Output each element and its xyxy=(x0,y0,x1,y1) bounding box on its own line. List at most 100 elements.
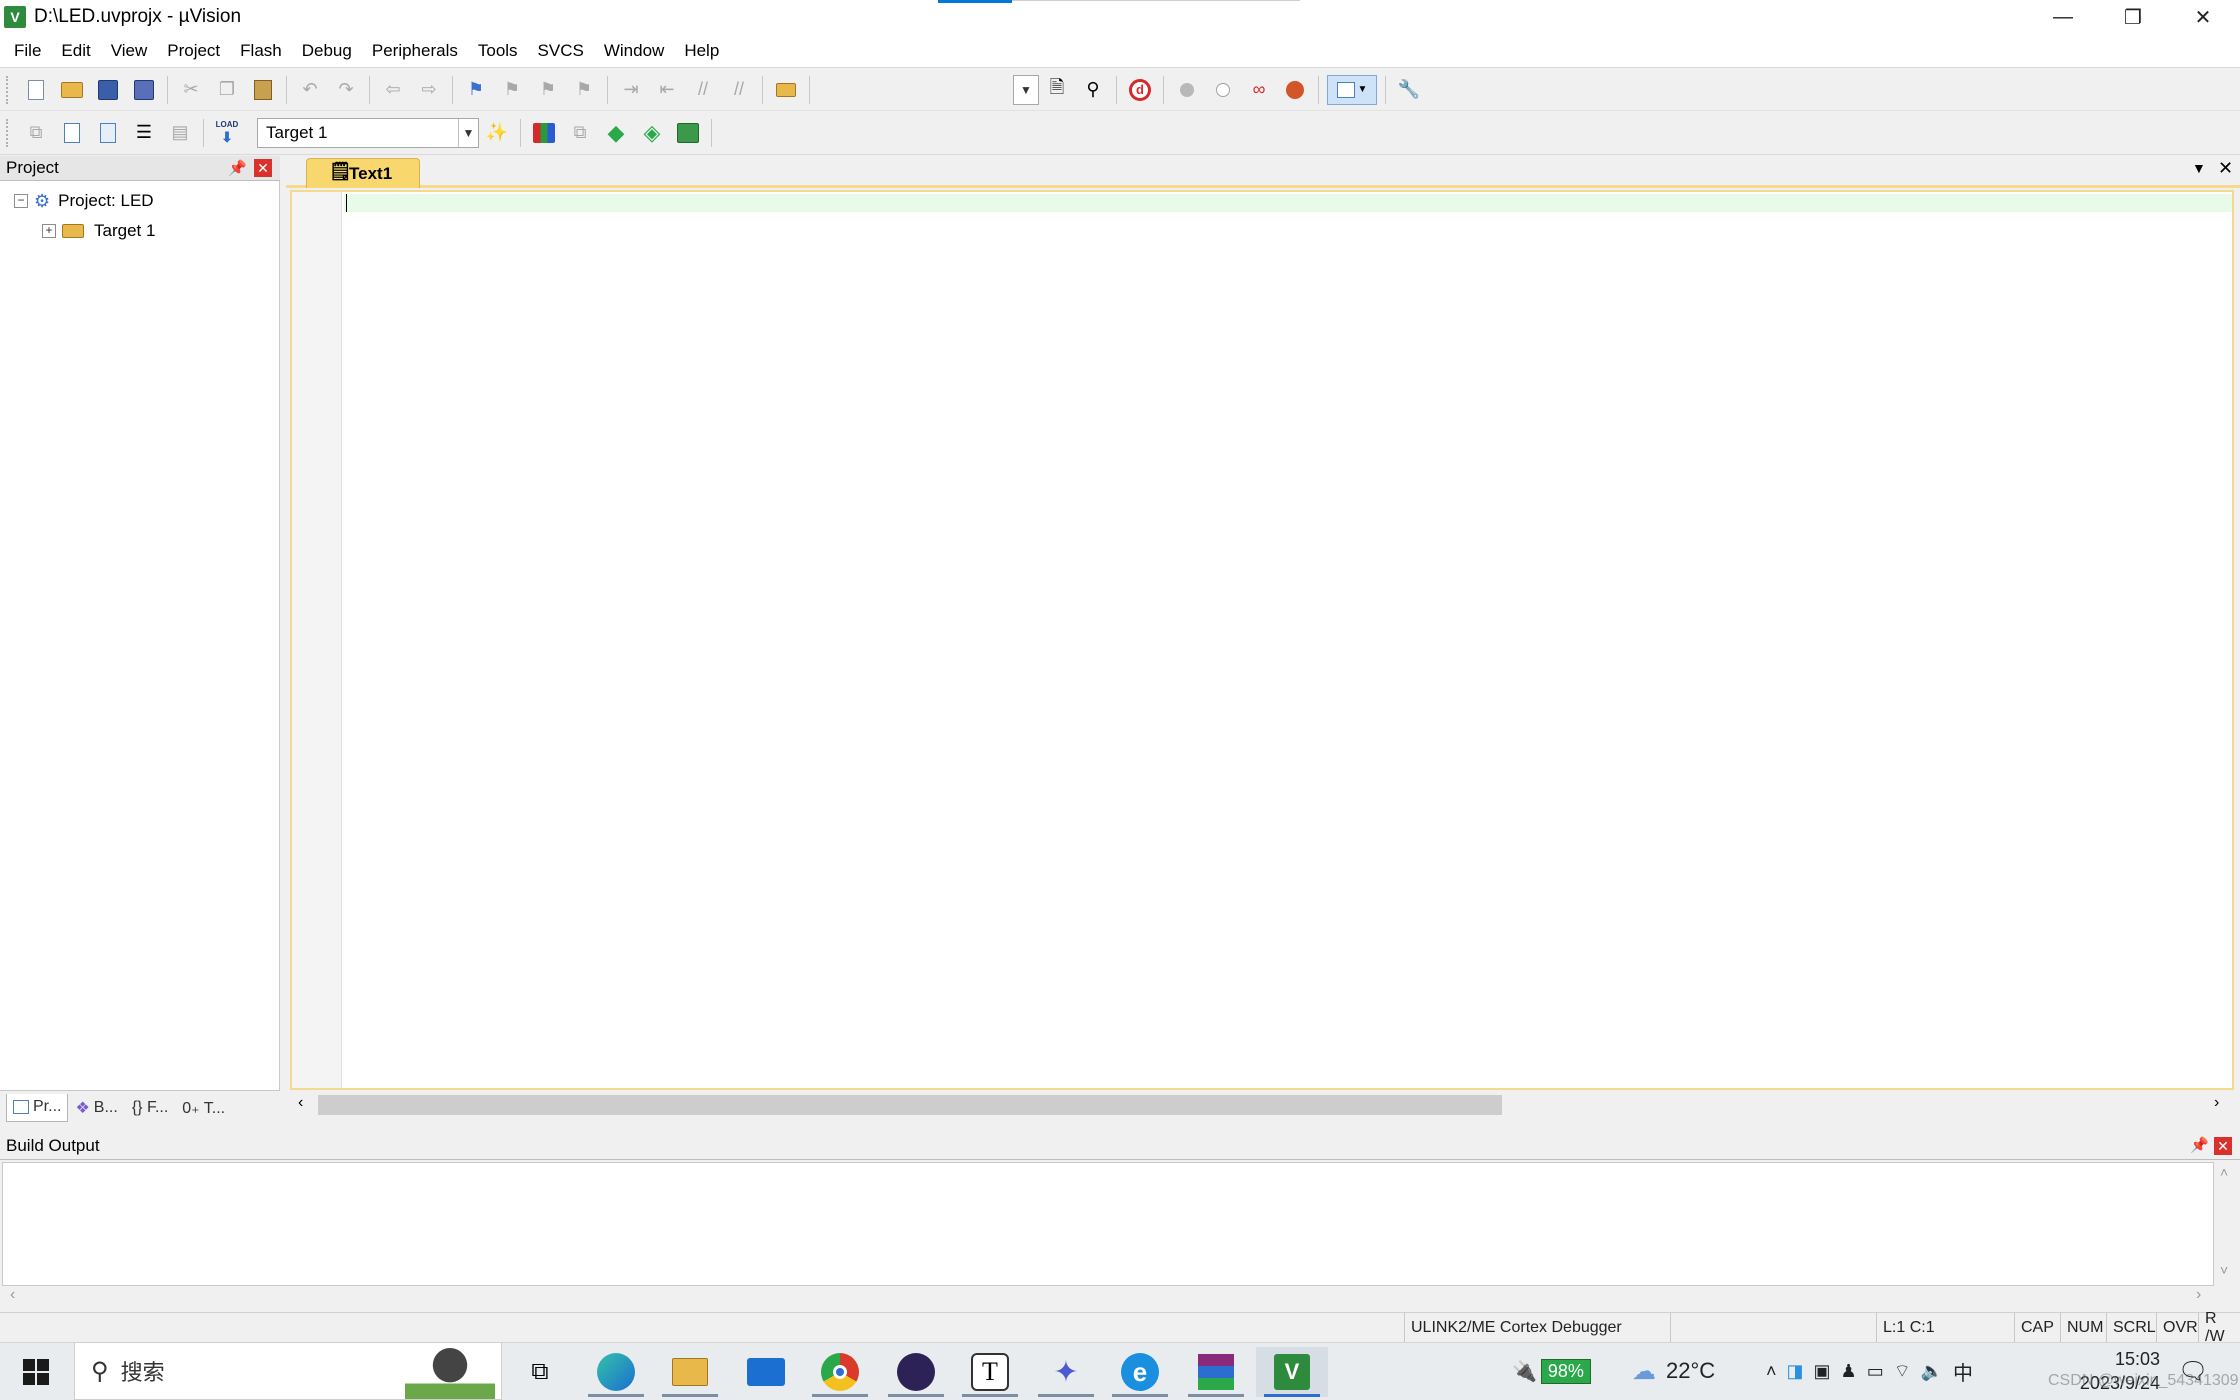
target-options-button[interactable]: ✨ xyxy=(482,118,512,148)
taskbar-edge[interactable] xyxy=(580,1347,652,1397)
build-output-text[interactable] xyxy=(2,1162,2214,1286)
toolbar-grip[interactable] xyxy=(6,118,12,147)
tab-templates[interactable]: 0₊ T... xyxy=(175,1094,232,1122)
save-all-button[interactable] xyxy=(129,75,159,105)
tab-functions[interactable]: {} F... xyxy=(125,1094,175,1122)
stop-build-button[interactable]: ▤ xyxy=(165,118,195,148)
open-file-button[interactable] xyxy=(57,75,87,105)
enable-breakpoint-button[interactable] xyxy=(1208,75,1238,105)
find-combo[interactable]: ▼ xyxy=(1013,74,1039,105)
restore-button[interactable]: ❐ xyxy=(2098,0,2168,34)
find-button[interactable]: ⚲ xyxy=(1078,75,1108,105)
menu-file[interactable]: File xyxy=(4,36,51,66)
tray-device-icon[interactable]: ▣ xyxy=(1814,1361,1831,1382)
battery-tray-icon[interactable]: ▭ xyxy=(1867,1361,1884,1382)
task-view-button[interactable]: ⧉ xyxy=(504,1347,576,1397)
editor-horizontal-scrollbar[interactable]: ‹ › xyxy=(292,1092,2234,1118)
paste-button[interactable] xyxy=(248,75,278,105)
insert-bookmark-button[interactable]: ⚑ xyxy=(461,75,491,105)
tab-text1[interactable]: 🗒 Text1 xyxy=(306,158,420,188)
download-button[interactable]: LOAD ⬇ xyxy=(212,118,242,148)
taskbar-uvision[interactable]: V xyxy=(1256,1347,1328,1397)
taskbar-search-input[interactable]: ⚲ 搜索 xyxy=(74,1342,502,1400)
clock[interactable]: 15:03 2023/9/24 xyxy=(2050,1342,2160,1400)
save-button[interactable] xyxy=(93,75,123,105)
scroll-left-icon[interactable]: ‹ xyxy=(10,1286,15,1304)
menu-flash[interactable]: Flash xyxy=(230,36,292,66)
navigate-back-button[interactable]: ⇦ xyxy=(378,75,408,105)
taskbar-winrar[interactable] xyxy=(1180,1347,1252,1397)
menu-edit[interactable]: Edit xyxy=(51,36,100,66)
toolbar-grip[interactable] xyxy=(6,75,12,104)
tab-list-dropdown-icon[interactable]: ▼ xyxy=(2192,160,2206,176)
unindent-button[interactable]: ⇤ xyxy=(652,75,682,105)
menu-help[interactable]: Help xyxy=(674,36,729,66)
start-button[interactable] xyxy=(0,1347,72,1397)
build-button[interactable] xyxy=(57,118,87,148)
weather-widget[interactable]: ☁ 22°C xyxy=(1632,1342,1715,1400)
scroll-down-icon[interactable]: ˅ xyxy=(2220,1262,2228,1278)
taskbar-ie[interactable]: e xyxy=(1104,1347,1176,1397)
battery-indicator[interactable]: 🔌 98% xyxy=(1512,1342,1591,1400)
menu-project[interactable]: Project xyxy=(157,36,230,66)
disable-all-breakpoints-button[interactable]: ∞ xyxy=(1244,75,1274,105)
ime-indicator[interactable]: 中 xyxy=(1953,1357,1973,1386)
start-debug-button[interactable]: d xyxy=(1125,75,1155,105)
prev-bookmark-button[interactable]: ⚑ xyxy=(497,75,527,105)
clear-bookmarks-button[interactable]: ⚑ xyxy=(569,75,599,105)
close-project-panel-button[interactable]: ✕ xyxy=(254,159,272,177)
qq-icon[interactable]: ♟ xyxy=(1841,1361,1857,1382)
collapse-icon[interactable]: − xyxy=(14,194,28,208)
insert-breakpoint-button[interactable] xyxy=(1172,75,1202,105)
find-in-files-button[interactable] xyxy=(771,75,801,105)
code-editor[interactable] xyxy=(290,190,2234,1090)
scroll-left-icon[interactable]: ‹ xyxy=(298,1094,303,1112)
indent-button[interactable]: ⇥ xyxy=(616,75,646,105)
cut-button[interactable]: ✂ xyxy=(176,75,206,105)
window-layout-dropdown[interactable]: ▼ xyxy=(1327,74,1377,105)
undo-button[interactable]: ↶ xyxy=(295,75,325,105)
copy-button[interactable]: ❐ xyxy=(212,75,242,105)
menu-debug[interactable]: Debug xyxy=(292,36,362,66)
redo-button[interactable]: ↷ xyxy=(331,75,361,105)
uncomment-button[interactable]: // xyxy=(724,75,754,105)
pin-icon[interactable]: 📌 xyxy=(2190,1136,2209,1154)
tree-item-project[interactable]: − ⚙ Project: LED xyxy=(14,188,154,214)
build-output-horizontal-scrollbar[interactable]: ‹ › xyxy=(2,1286,2238,1308)
target-select[interactable]: Target 1 ▼ xyxy=(257,117,479,148)
navigate-forward-button[interactable]: ⇨ xyxy=(414,75,444,105)
notification-center-button[interactable]: 🗨 xyxy=(2178,1342,2208,1400)
select-packs-button[interactable]: ⧉ xyxy=(565,118,595,148)
next-bookmark-button[interactable]: ⚑ xyxy=(533,75,563,105)
software-packs-button[interactable] xyxy=(673,118,703,148)
rebuild-button[interactable] xyxy=(93,118,123,148)
pack-installer-button[interactable]: ◈ xyxy=(637,118,667,148)
translate-button[interactable]: ⧉ xyxy=(21,118,51,148)
batch-build-button[interactable]: ☰ xyxy=(129,118,159,148)
menu-view[interactable]: View xyxy=(101,36,158,66)
show-hidden-icons-icon[interactable]: ˄ xyxy=(1766,1361,1777,1382)
menu-svcs[interactable]: SVCS xyxy=(528,36,594,66)
pin-icon[interactable]: 📌 xyxy=(228,159,247,177)
expand-icon[interactable]: + xyxy=(42,224,56,238)
scroll-up-icon[interactable]: ˄ xyxy=(2220,1164,2228,1180)
tray-app-icon[interactable]: ◨ xyxy=(1787,1361,1804,1382)
wifi-icon[interactable]: ⌔ xyxy=(1894,1360,1911,1383)
configure-button[interactable]: 🔧 xyxy=(1394,75,1424,105)
scroll-right-icon[interactable]: › xyxy=(2214,1094,2219,1112)
taskbar-chrome[interactable] xyxy=(804,1347,876,1397)
manage-rte-button[interactable]: ◆ xyxy=(601,118,631,148)
scroll-right-icon[interactable]: › xyxy=(2196,1286,2201,1304)
menu-window[interactable]: Window xyxy=(594,36,674,66)
new-file-button[interactable] xyxy=(21,75,51,105)
taskbar-mail[interactable] xyxy=(730,1347,802,1397)
scrollbar-thumb[interactable] xyxy=(318,1095,1502,1115)
taskbar-eclipse[interactable] xyxy=(880,1347,952,1397)
build-output-vertical-scrollbar[interactable]: ˄ ˅ xyxy=(2214,1162,2238,1286)
taskbar-satellite-app[interactable]: ✦ xyxy=(1030,1347,1102,1397)
close-button[interactable]: ✕ xyxy=(2168,0,2238,34)
comment-button[interactable]: // xyxy=(688,75,718,105)
incremental-find-button[interactable]: 🗎 xyxy=(1042,75,1072,105)
tab-project[interactable]: Pr... xyxy=(6,1093,69,1122)
close-build-output-button[interactable]: ✕ xyxy=(2214,1137,2232,1155)
